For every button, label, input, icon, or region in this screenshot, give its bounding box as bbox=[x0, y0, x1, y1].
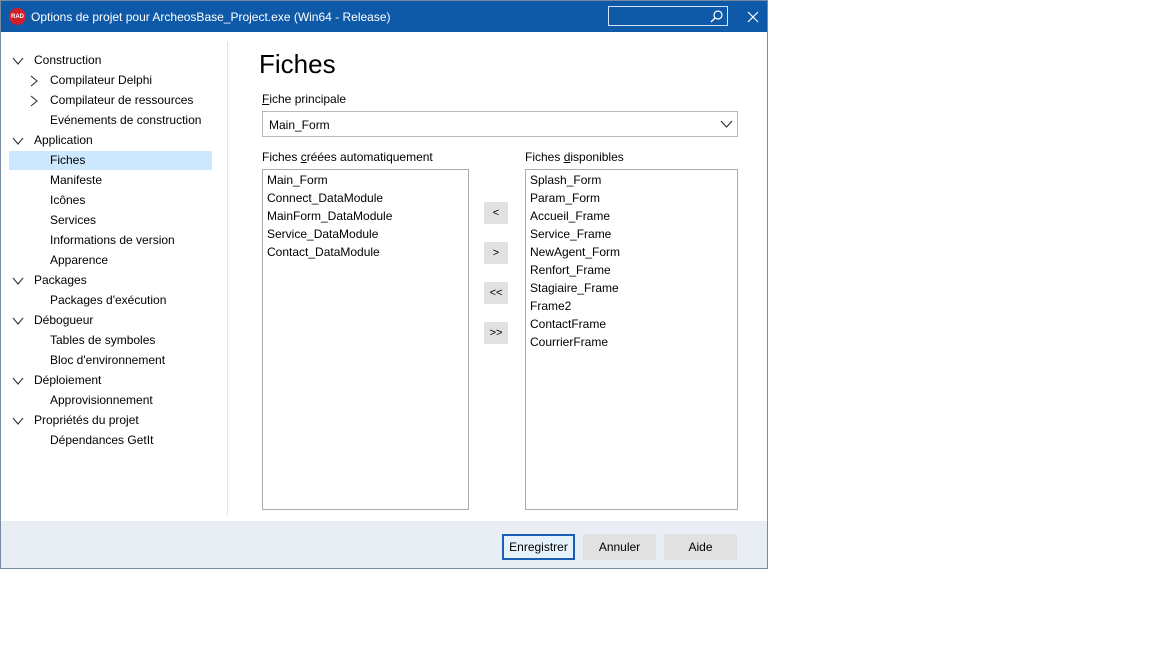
page-title: Fiches bbox=[259, 49, 336, 79]
tree-item-label: Compilateur Delphi bbox=[50, 73, 153, 87]
tree-item-label: Evénements de construction bbox=[50, 113, 202, 127]
move-left-button[interactable]: < bbox=[484, 202, 508, 224]
tree-item[interactable]: Compilateur Delphi bbox=[9, 71, 212, 90]
tree-item[interactable]: Icônes bbox=[9, 191, 212, 210]
project-options-dialog: RAD Options de projet pour ArcheosBase_P… bbox=[0, 0, 768, 569]
tree-item-label: Informations de version bbox=[50, 233, 175, 247]
tree-item-label: Propriétés du projet bbox=[34, 413, 139, 427]
tree-item-label: Compilateur de ressources bbox=[50, 93, 194, 107]
chevron-down-icon[interactable] bbox=[12, 375, 24, 387]
tree-item[interactable]: Compilateur de ressources bbox=[9, 91, 212, 110]
chevron-down-icon[interactable] bbox=[12, 415, 24, 427]
list-item[interactable]: Accueil_Frame bbox=[526, 207, 737, 225]
title-bar[interactable]: RAD Options de projet pour ArcheosBase_P… bbox=[1, 1, 767, 32]
auto-created-forms-list[interactable]: Main_Form Connect_DataModule MainForm_Data… bbox=[262, 169, 469, 510]
tree-item-label: Tables de symboles bbox=[50, 333, 156, 347]
move-all-right-button[interactable]: >> bbox=[484, 322, 508, 344]
list-item[interactable]: Frame2 bbox=[526, 297, 737, 315]
window-title: Options de projet pour ArcheosBase_Proje… bbox=[31, 10, 391, 24]
tree-item-label: Bloc d'environnement bbox=[50, 353, 166, 367]
chevron-down-icon[interactable] bbox=[12, 315, 24, 327]
move-right-button[interactable]: > bbox=[484, 242, 508, 264]
list-item[interactable]: ContactFrame bbox=[526, 315, 737, 333]
help-button[interactable]: Aide bbox=[664, 534, 737, 560]
tree-item-label: Manifeste bbox=[50, 173, 103, 187]
tree-item[interactable]: Informations de version bbox=[9, 231, 212, 250]
options-tree[interactable]: Construction Compilateur Delphi Compilateu… bbox=[9, 45, 212, 515]
tree-item[interactable]: Déploiement bbox=[9, 371, 212, 390]
list-item[interactable]: Param_Form bbox=[526, 189, 737, 207]
list-item[interactable]: Stagiaire_Frame bbox=[526, 279, 737, 297]
list-item[interactable]: Connect_DataModule bbox=[263, 189, 468, 207]
tree-item-label: Application bbox=[34, 133, 93, 147]
list-item[interactable]: Service_DataModule bbox=[263, 225, 468, 243]
chevron-down-icon[interactable] bbox=[12, 275, 24, 287]
auto-created-forms-label: Fiches créées automatiquement bbox=[262, 150, 433, 164]
tree-item[interactable]: Dépendances GetIt bbox=[9, 431, 212, 450]
rad-studio-app-icon: RAD bbox=[9, 8, 26, 25]
tree-item-label: Construction bbox=[34, 53, 102, 67]
save-button[interactable]: Enregistrer bbox=[502, 534, 575, 560]
tree-item[interactable]: Packages bbox=[9, 271, 212, 290]
main-form-dropdown-value: Main_Form bbox=[269, 118, 330, 132]
list-item[interactable]: Contact_DataModule bbox=[263, 243, 468, 261]
tree-item-label: Packages bbox=[34, 273, 87, 287]
options-search-box[interactable] bbox=[608, 6, 728, 26]
close-button[interactable] bbox=[741, 7, 765, 27]
tree-item[interactable]: Tables de symboles bbox=[9, 331, 212, 350]
main-form-dropdown[interactable]: Main_Form bbox=[262, 111, 738, 137]
tree-item-label: Déploiement bbox=[34, 373, 102, 387]
list-item[interactable]: MainForm_DataModule bbox=[263, 207, 468, 225]
available-forms-list[interactable]: Splash_Form Param_Form Accueil_Frame Servic… bbox=[525, 169, 738, 510]
tree-item[interactable]: Construction bbox=[9, 51, 212, 70]
cancel-button[interactable]: Annuler bbox=[583, 534, 656, 560]
list-item[interactable]: NewAgent_Form bbox=[526, 243, 737, 261]
tree-item[interactable]: Bloc d'environnement bbox=[9, 351, 212, 370]
tree-item-label: Apparence bbox=[50, 253, 109, 267]
tree-item[interactable]: Packages d'exécution bbox=[9, 291, 212, 310]
tree-item[interactable]: Manifeste bbox=[9, 171, 212, 190]
available-forms-label: Fiches disponibles bbox=[525, 150, 624, 164]
tree-item-label: Icônes bbox=[50, 193, 86, 207]
list-item[interactable]: Splash_Form bbox=[526, 171, 737, 189]
tree-item[interactable]: Application bbox=[9, 131, 212, 150]
tree-item-label: Débogueur bbox=[34, 313, 94, 327]
tree-item[interactable]: Apparence bbox=[9, 251, 212, 270]
tree-item-label: Dépendances GetIt bbox=[50, 433, 154, 447]
tree-item[interactable]: Débogueur bbox=[9, 311, 212, 330]
main-form-label: Fiche principale bbox=[262, 92, 347, 106]
sidebar-splitter[interactable] bbox=[227, 42, 228, 515]
tree-item-label: Packages d'exécution bbox=[50, 293, 167, 307]
tree-item[interactable]: Fiches bbox=[9, 151, 212, 170]
dialog-footer: Enregistrer Annuler Aide bbox=[1, 521, 767, 568]
tree-item[interactable]: Propriétés du projet bbox=[9, 411, 212, 430]
tree-item[interactable]: Evénements de construction bbox=[9, 111, 212, 130]
chevron-down-icon[interactable] bbox=[12, 55, 24, 67]
close-icon bbox=[747, 11, 759, 23]
list-item[interactable]: CourrierFrame bbox=[526, 333, 737, 351]
chevron-right-icon[interactable] bbox=[28, 95, 40, 107]
tree-item[interactable]: Services bbox=[9, 211, 212, 230]
chevron-down-icon bbox=[720, 120, 733, 128]
move-all-left-button[interactable]: << bbox=[484, 282, 508, 304]
search-icon bbox=[710, 10, 723, 23]
chevron-right-icon[interactable] bbox=[28, 75, 40, 87]
list-item[interactable]: Renfort_Frame bbox=[526, 261, 737, 279]
tree-item[interactable]: Approvisionnement bbox=[9, 391, 212, 410]
tree-item-label: Services bbox=[50, 213, 97, 227]
list-item[interactable]: Service_Frame bbox=[526, 225, 737, 243]
tree-item-label: Approvisionnement bbox=[50, 393, 153, 407]
tree-item-label: Fiches bbox=[50, 153, 86, 167]
chevron-down-icon[interactable] bbox=[12, 135, 24, 147]
list-item[interactable]: Main_Form bbox=[263, 171, 468, 189]
